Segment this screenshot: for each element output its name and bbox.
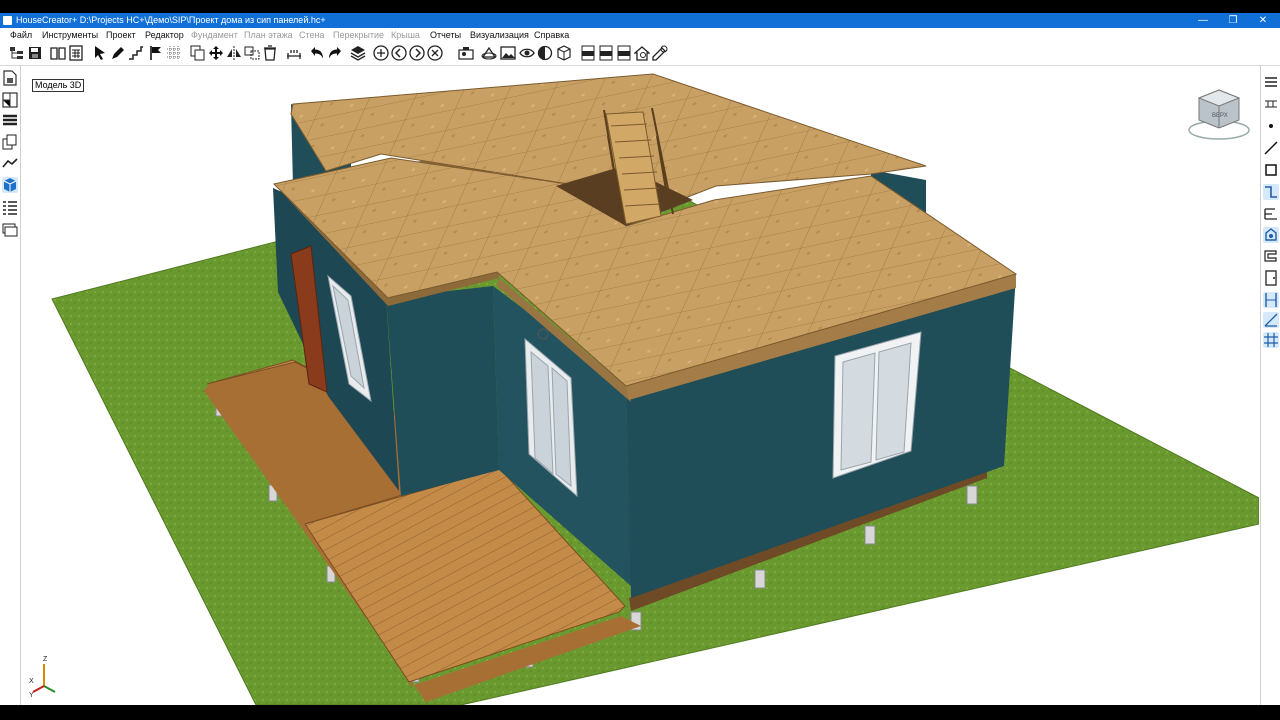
view-cube-icon[interactable]: ВЕРХ <box>1187 84 1251 144</box>
house-icon[interactable] <box>634 45 650 61</box>
app-logo-icon <box>3 16 12 25</box>
view-cube-face: ВЕРХ <box>1212 113 1228 119</box>
menu-bar: Файл Инструменты Проект Редактор Фундаме… <box>0 28 1280 42</box>
door-tool-icon[interactable] <box>1263 270 1279 286</box>
axis-indicator: Z X Y <box>29 656 59 699</box>
list-icon[interactable] <box>2 200 18 216</box>
menu-floor-plan[interactable]: План этажа <box>244 30 293 40</box>
dimension-icon[interactable] <box>286 45 302 61</box>
hamburger-menu-icon[interactable] <box>1263 74 1279 90</box>
3d-viewport[interactable]: Модель 3D ВЕРХ Z X Y <box>21 66 1259 705</box>
pencil-icon[interactable] <box>110 45 126 61</box>
axis-y-label: Y <box>29 692 34 699</box>
left-toolbar <box>0 66 21 705</box>
eye-icon[interactable] <box>519 45 535 61</box>
zoom-next-icon[interactable] <box>409 45 425 61</box>
title-bar: HouseCreator+ D:\Projects HC+\Демо\SIP\П… <box>0 13 1280 28</box>
app-window: HouseCreator+ D:\Projects HC+\Демо\SIP\П… <box>0 13 1280 705</box>
menu-file[interactable]: Файл <box>10 30 32 40</box>
walk-icon[interactable] <box>458 45 474 61</box>
sheets-icon[interactable] <box>2 222 18 238</box>
roof-tool-icon[interactable] <box>1263 248 1279 264</box>
wall-layers-icon[interactable] <box>2 113 18 129</box>
dwg-icon[interactable] <box>598 45 614 61</box>
main-toolbar <box>0 42 1280 66</box>
window-title: HouseCreator+ D:\Projects HC+\Демо\SIP\П… <box>16 15 326 25</box>
3ds-icon[interactable] <box>616 45 632 61</box>
pdf-icon[interactable] <box>580 45 596 61</box>
save-icon[interactable] <box>27 45 43 61</box>
book-icon[interactable] <box>50 45 66 61</box>
menu-slab[interactable]: Перекрытие <box>333 30 384 40</box>
fill-tool-icon[interactable] <box>1263 227 1279 243</box>
mirror-icon[interactable] <box>226 45 242 61</box>
measure-icon[interactable] <box>1263 292 1279 308</box>
model-3d-icon[interactable] <box>2 177 18 193</box>
line-icon[interactable] <box>1263 140 1279 156</box>
copy-floor-icon[interactable] <box>2 134 18 150</box>
settings-icon[interactable] <box>652 45 668 61</box>
measure-angle-icon[interactable] <box>1263 312 1279 328</box>
menu-wall[interactable]: Стена <box>299 30 325 40</box>
roof-icon[interactable] <box>2 155 18 171</box>
menu-reports[interactable]: Отчеты <box>430 30 461 40</box>
flag-icon[interactable] <box>148 45 164 61</box>
pointer-icon[interactable] <box>92 45 108 61</box>
contrast-icon[interactable] <box>537 45 553 61</box>
floor-plan-icon[interactable] <box>2 70 18 86</box>
menu-help[interactable]: Справка <box>534 30 569 40</box>
menu-project[interactable]: Проект <box>106 30 136 40</box>
maximize-button[interactable]: ❐ <box>1218 13 1248 28</box>
menu-visualization[interactable]: Визуализация <box>470 30 529 40</box>
close-button[interactable]: ✕ <box>1248 13 1278 28</box>
copy-icon[interactable] <box>190 45 206 61</box>
stairs-icon[interactable] <box>128 45 144 61</box>
axis-x-label: X <box>29 678 34 685</box>
view-label: Модель 3D <box>32 79 85 92</box>
orbit-icon[interactable] <box>481 45 497 61</box>
project-tree-icon[interactable] <box>9 45 25 61</box>
redo-icon[interactable] <box>327 45 343 61</box>
house-3d-model[interactable] <box>21 66 1259 705</box>
clone-icon[interactable] <box>244 45 260 61</box>
move-icon[interactable] <box>208 45 224 61</box>
menu-editor[interactable]: Редактор <box>145 30 184 40</box>
layers-icon[interactable] <box>350 45 366 61</box>
minimize-button[interactable]: — <box>1188 13 1218 28</box>
point-icon[interactable] <box>1263 118 1279 134</box>
menu-tools[interactable]: Инструменты <box>42 30 98 40</box>
zoom-out-icon[interactable] <box>391 45 407 61</box>
calculator-icon[interactable] <box>68 45 84 61</box>
grid-icon[interactable] <box>166 45 182 61</box>
undo-icon[interactable] <box>309 45 325 61</box>
zoom-close-icon[interactable] <box>427 45 443 61</box>
cube-icon[interactable] <box>556 45 572 61</box>
section-icon[interactable] <box>2 92 18 108</box>
polyline-icon[interactable] <box>1263 184 1279 200</box>
snap-grid-icon[interactable] <box>1263 332 1279 348</box>
wall-tool-icon[interactable] <box>1263 96 1279 112</box>
image-icon[interactable] <box>500 45 516 61</box>
right-toolbar <box>1260 66 1280 705</box>
middle-left-wall <box>386 286 499 496</box>
axis-z-label: Z <box>43 656 48 663</box>
menu-roof[interactable]: Крыша <box>391 30 420 40</box>
menu-foundation[interactable]: Фундамент <box>191 30 238 40</box>
rectangle-icon[interactable] <box>1263 162 1279 178</box>
delete-icon[interactable] <box>262 45 278 61</box>
stair-tool-icon[interactable] <box>1263 206 1279 222</box>
zoom-in-icon[interactable] <box>373 45 389 61</box>
